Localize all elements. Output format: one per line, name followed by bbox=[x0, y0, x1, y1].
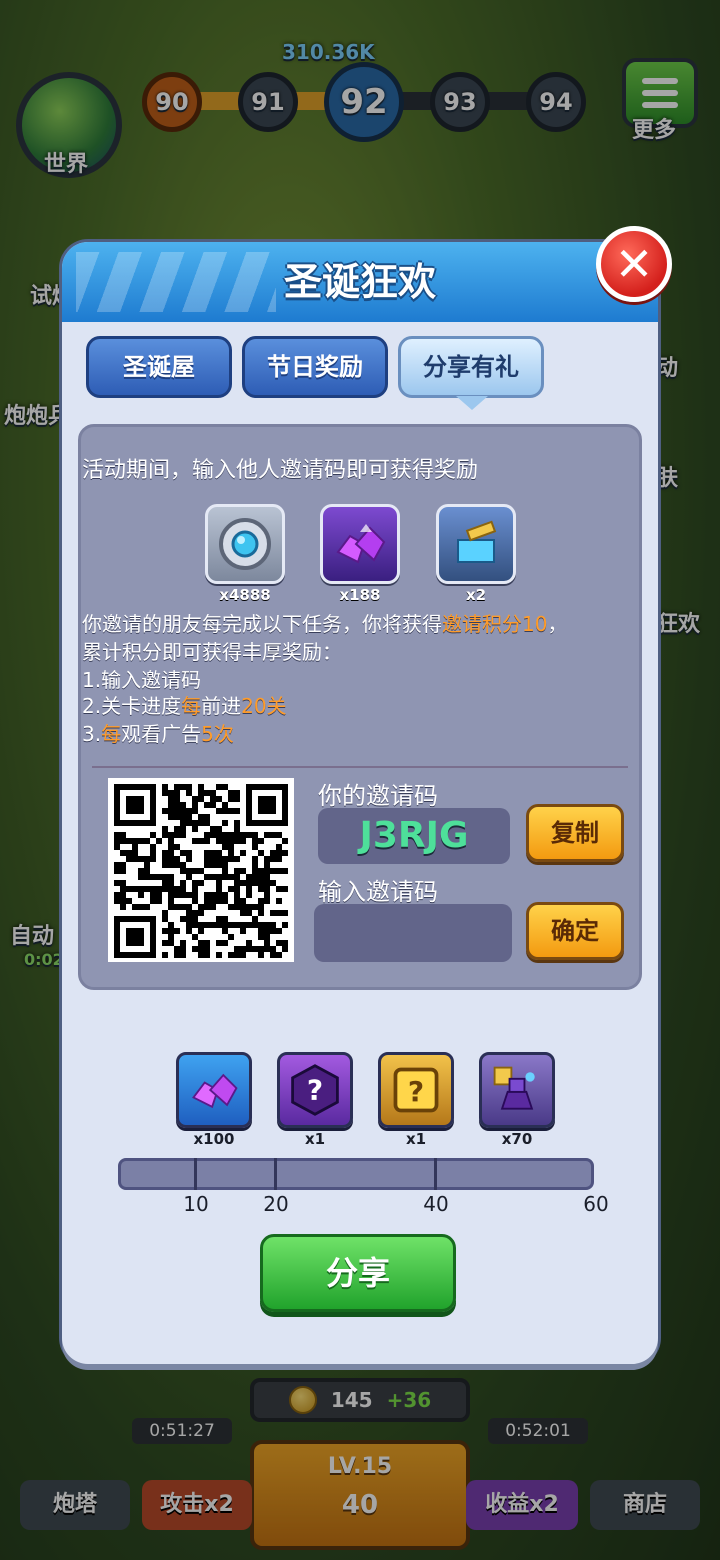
blue-crystal-hammer-icon bbox=[457, 520, 497, 563]
task-2: 2.关卡进度每前进20关 bbox=[82, 690, 287, 719]
copy-button[interactable]: 复制 bbox=[526, 804, 624, 862]
reward-purple-gem bbox=[320, 504, 400, 584]
tower-upgrade-icon bbox=[493, 1066, 535, 1110]
progress-tick-40 bbox=[434, 1158, 437, 1190]
task-highlight: 每 bbox=[181, 694, 202, 718]
task-text: 前进 bbox=[201, 694, 242, 718]
milestone-reward-mystery-hex[interactable]: ? bbox=[277, 1052, 353, 1128]
milestone-reward-gems-count: x100 bbox=[193, 1130, 235, 1148]
qr-code-icon bbox=[114, 784, 288, 958]
reward-gear-core-count: x4888 bbox=[219, 586, 271, 604]
milestone-reward-mystery-box-count: x1 bbox=[405, 1130, 427, 1148]
purple-gem-icon bbox=[336, 524, 386, 564]
desc-line-2: 累计积分即可获得丰厚奖励： bbox=[82, 640, 342, 664]
purple-gem-icon bbox=[192, 1073, 238, 1109]
task-highlight: 5次 bbox=[201, 722, 234, 746]
invite-intro: 活动期间，输入他人邀请码即可获得奖励 bbox=[82, 458, 479, 483]
task-text: 3. bbox=[82, 722, 102, 746]
milestone-reward-tower[interactable] bbox=[479, 1052, 555, 1128]
progress-tick-20 bbox=[274, 1158, 277, 1190]
confirm-button[interactable]: 确定 bbox=[526, 902, 624, 960]
tab-share-gift[interactable]: 分享有礼 bbox=[398, 336, 544, 398]
enter-code-label: 输入邀请码 bbox=[318, 878, 438, 906]
close-icon: ✕ bbox=[614, 237, 654, 291]
invite-progress-bar bbox=[118, 1158, 594, 1190]
mystery-hexagon-icon: ? bbox=[291, 1064, 339, 1116]
milestone-reward-mystery-hex-count: x1 bbox=[304, 1130, 326, 1148]
desc-line-1: 你邀请的朋友每完成以下任务，你将获得邀请积分10， bbox=[82, 608, 567, 637]
invite-qr-code bbox=[108, 778, 294, 962]
tab-holiday-rewards[interactable]: 节日奖励 bbox=[242, 336, 388, 398]
gear-core-icon bbox=[219, 518, 271, 570]
task-text: 2.关卡进度 bbox=[82, 694, 182, 718]
progress-tick-10 bbox=[194, 1158, 197, 1190]
modal-title: 圣诞狂欢 bbox=[283, 260, 436, 304]
desc-text: ， bbox=[547, 612, 568, 636]
task-highlight: 20关 bbox=[241, 694, 287, 718]
svg-text:?: ? bbox=[307, 1073, 323, 1106]
progress-label-60: 60 bbox=[583, 1192, 609, 1216]
reward-blue-crystal bbox=[436, 504, 516, 584]
reward-gear-core bbox=[205, 504, 285, 584]
progress-label-10: 10 bbox=[183, 1192, 209, 1216]
desc-text: 你邀请的朋友每完成以下任务，你将获得 bbox=[82, 612, 442, 636]
close-button[interactable]: ✕ bbox=[596, 226, 672, 302]
task-1: 1.输入邀请码 bbox=[82, 668, 202, 692]
section-divider bbox=[92, 766, 628, 768]
milestone-reward-mystery-box[interactable]: ? bbox=[378, 1052, 454, 1128]
svg-text:?: ? bbox=[408, 1075, 424, 1108]
task-text: 观看广告 bbox=[121, 722, 202, 746]
milestone-reward-gems[interactable] bbox=[176, 1052, 252, 1128]
my-invite-code: J3RJG bbox=[318, 808, 510, 864]
reward-purple-gem-count: x188 bbox=[339, 586, 381, 604]
tab-christmas-house[interactable]: 圣诞屋 bbox=[86, 336, 232, 398]
invite-points-highlight: 邀请积分10 bbox=[442, 612, 548, 636]
milestone-reward-tower-count: x70 bbox=[501, 1130, 533, 1148]
invite-code-input[interactable] bbox=[314, 904, 512, 962]
share-button[interactable]: 分享 bbox=[260, 1234, 456, 1312]
task-3: 3.每观看广告5次 bbox=[82, 718, 234, 747]
progress-label-40: 40 bbox=[423, 1192, 449, 1216]
active-tab-pointer bbox=[456, 396, 488, 410]
progress-label-20: 20 bbox=[263, 1192, 289, 1216]
task-highlight: 每 bbox=[101, 722, 122, 746]
mystery-box-icon: ? bbox=[393, 1067, 439, 1113]
my-code-label: 你的邀请码 bbox=[318, 782, 438, 810]
reward-blue-crystal-count: x2 bbox=[465, 586, 487, 604]
